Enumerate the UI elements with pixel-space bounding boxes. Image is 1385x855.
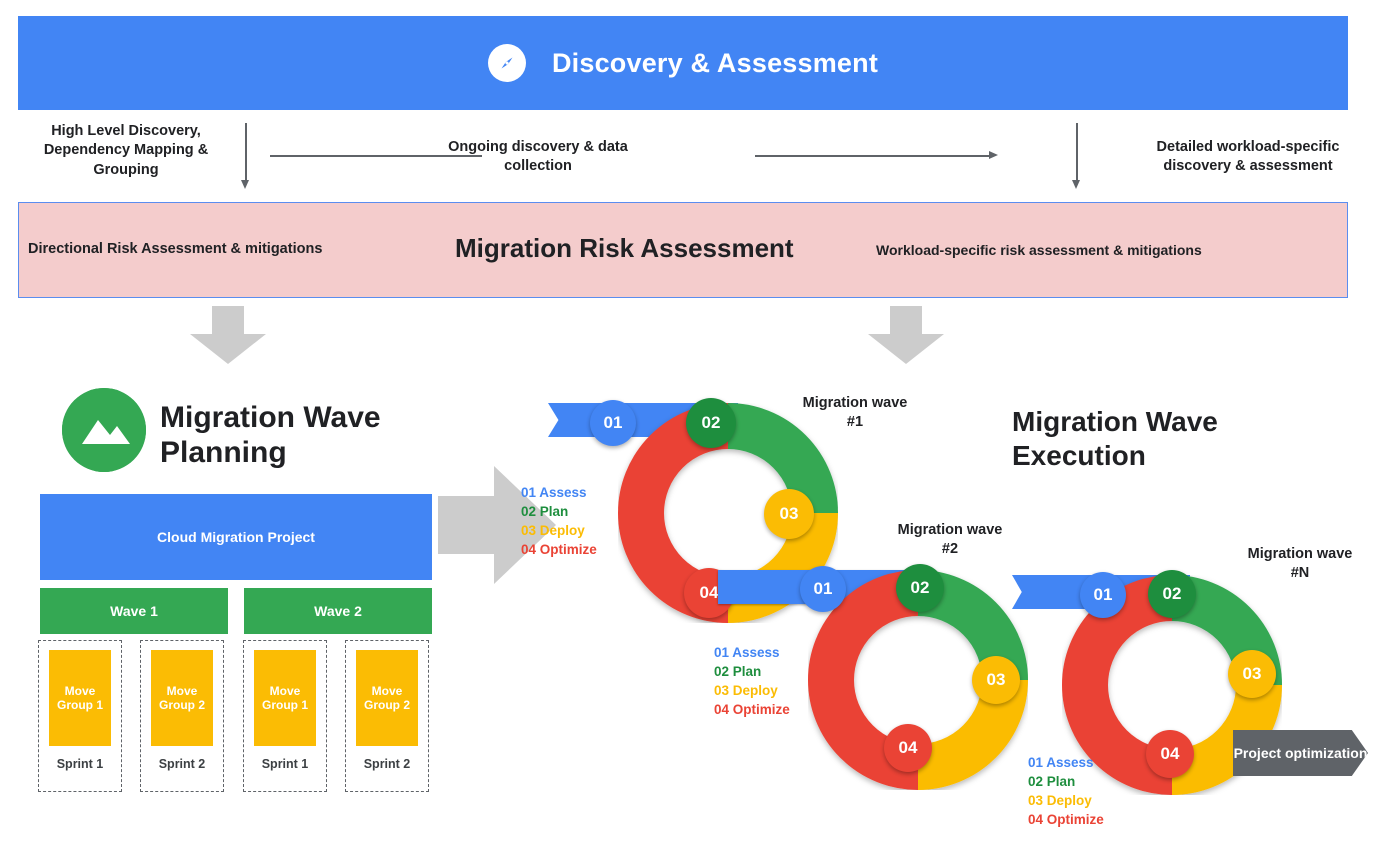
- legend-item-optimize: 04 Optimize: [521, 540, 597, 559]
- compass-icon: [488, 44, 526, 82]
- legend-item-optimize: 04 Optimize: [1028, 810, 1104, 829]
- wave-n-badge-02: 02: [1148, 570, 1196, 618]
- connector-vline-right: [1076, 123, 1078, 183]
- wave-2-badge-01: 01: [800, 566, 846, 612]
- legend-item-deploy: 03 Deploy: [714, 681, 790, 700]
- wave-1-badge-02: 02: [686, 398, 736, 448]
- wave-2-title: Migration wave #2: [895, 521, 1005, 559]
- legend-item-optimize: 04 Optimize: [714, 700, 790, 719]
- sprint-box: Move Group 2 Sprint 2: [345, 640, 429, 792]
- connector-vline-left: [245, 123, 247, 183]
- sprint-box: Move Group 2 Sprint 2: [140, 640, 224, 792]
- wave-2-box: Wave 2: [244, 588, 432, 634]
- sprint-label: Sprint 1: [57, 757, 104, 771]
- ongoing-discovery-label: Ongoing discovery & data collection: [420, 138, 656, 177]
- legend-item-deploy: 03 Deploy: [521, 521, 597, 540]
- sprint-box: Move Group 1 Sprint 1: [38, 640, 122, 792]
- connector-arrow-right: [989, 151, 998, 159]
- legend-item-assess: 01 Assess: [1028, 753, 1104, 772]
- detailed-workload-label: Detailed workload-specific discovery & a…: [1122, 138, 1374, 177]
- connector-arrow-down-left: [241, 180, 249, 189]
- wave-n-badge-01: 01: [1080, 572, 1126, 618]
- wave-n-badge-03: 03: [1228, 650, 1276, 698]
- wave-n-badge-04: 04: [1146, 730, 1194, 778]
- move-group-label: Move Group 2: [356, 650, 418, 746]
- legend-item-deploy: 03 Deploy: [1028, 791, 1104, 810]
- move-group-label: Move Group 1: [254, 650, 316, 746]
- discovery-assessment-band: Discovery & Assessment: [18, 16, 1348, 110]
- wave-1-box: Wave 1: [40, 588, 228, 634]
- wave-2-badge-03: 03: [972, 656, 1020, 704]
- sprint-label: Sprint 1: [262, 757, 309, 771]
- execution-title: Migration Wave Execution: [1012, 405, 1262, 472]
- sprint-box: Move Group 1 Sprint 1: [243, 640, 327, 792]
- wave-2-badge-02: 02: [896, 564, 944, 612]
- wave-1-legend: 01 Assess 02 Plan 03 Deploy 04 Optimize: [521, 483, 597, 560]
- project-optimization-arrow: Project optimization: [1233, 730, 1368, 776]
- sprint-label: Sprint 2: [159, 757, 206, 771]
- wave-1-badge-03: 03: [764, 489, 814, 539]
- directional-risk-label: Directional Risk Assessment & mitigation…: [28, 241, 322, 257]
- move-group-label: Move Group 1: [49, 650, 111, 746]
- high-level-discovery-label: High Level Discovery, Dependency Mapping…: [14, 122, 238, 180]
- risk-band-title: Migration Risk Assessment: [455, 233, 794, 264]
- wave-2-badge-04: 04: [884, 724, 932, 772]
- connector-hline-right: [755, 155, 991, 157]
- diagram-canvas: Discovery & Assessment High Level Discov…: [0, 0, 1385, 855]
- wave-n-legend: 01 Assess 02 Plan 03 Deploy 04 Optimize: [1028, 753, 1104, 830]
- cloud-migration-project-box: Cloud Migration Project: [40, 494, 432, 580]
- move-group-label: Move Group 2: [151, 650, 213, 746]
- mountain-icon: [62, 388, 146, 472]
- sprint-label: Sprint 2: [364, 757, 411, 771]
- legend-item-plan: 02 Plan: [521, 502, 597, 521]
- connector-arrow-down-right: [1072, 180, 1080, 189]
- legend-item-plan: 02 Plan: [714, 662, 790, 681]
- planning-title: Migration Wave Planning: [160, 400, 430, 471]
- wave-n-title: Migration wave #N: [1245, 545, 1355, 583]
- legend-item-assess: 01 Assess: [714, 643, 790, 662]
- workload-risk-label: Workload-specific risk assessment & miti…: [876, 242, 1202, 258]
- wave-1-badge-01: 01: [590, 400, 636, 446]
- wave-1-title: Migration wave #1: [800, 394, 910, 432]
- legend-item-plan: 02 Plan: [1028, 772, 1104, 791]
- flow-arrow-down-planning: [190, 306, 266, 364]
- wave-2-legend: 01 Assess 02 Plan 03 Deploy 04 Optimize: [714, 643, 790, 720]
- flow-arrow-down-execution: [868, 306, 944, 364]
- legend-item-assess: 01 Assess: [521, 483, 597, 502]
- header-title: Discovery & Assessment: [552, 48, 878, 79]
